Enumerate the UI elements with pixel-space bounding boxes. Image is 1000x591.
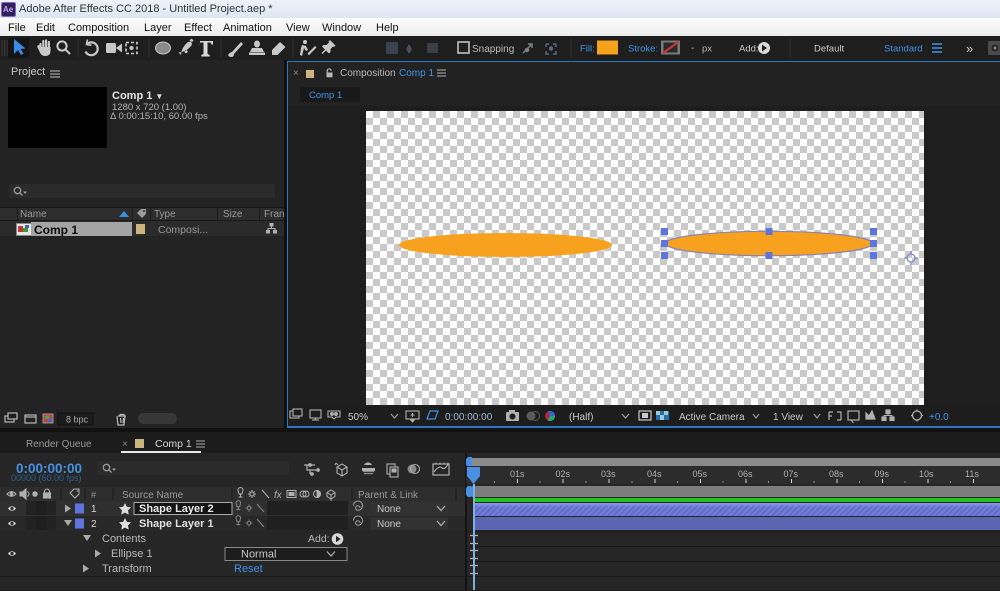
svg-text:(Half): (Half) [569, 412, 593, 423]
svg-text:Standard: Standard [884, 44, 923, 55]
svg-text:06s: 06s [738, 469, 753, 479]
svg-text:»: » [966, 41, 973, 56]
svg-text:11s: 11s [965, 469, 979, 479]
svg-text:Shape Layer 1: Shape Layer 1 [139, 518, 214, 530]
svg-text:10s: 10s [919, 469, 934, 479]
svg-text:1 View: 1 View [773, 412, 804, 423]
svg-text:fx: fx [274, 490, 283, 501]
svg-text:1: 1 [91, 504, 97, 515]
svg-text:08s: 08s [829, 469, 844, 479]
svg-text:None: None [377, 519, 401, 530]
svg-text:Active Camera: Active Camera [679, 412, 745, 423]
svg-text:Add:: Add: [308, 533, 330, 545]
svg-text:Reset: Reset [234, 563, 263, 575]
svg-text:09s: 09s [875, 469, 890, 479]
svg-text:Snapping: Snapping [472, 44, 514, 55]
svg-text:0:00:00:00: 0:00:00:00 [445, 412, 493, 423]
svg-text:-: - [691, 43, 694, 54]
svg-text:Normal: Normal [241, 549, 276, 561]
svg-text:07s: 07s [784, 469, 799, 479]
svg-text:#: # [91, 490, 96, 500]
svg-text:50%: 50% [348, 412, 368, 423]
svg-text:05s: 05s [693, 469, 708, 479]
svg-text:Contents: Contents [102, 533, 147, 545]
svg-text:03s: 03s [601, 469, 616, 479]
svg-text:04s: 04s [647, 469, 662, 479]
svg-text:Shape Layer 2: Shape Layer 2 [139, 503, 214, 515]
svg-text:01s: 01s [510, 469, 525, 479]
svg-text:+0.0: +0.0 [929, 412, 949, 423]
svg-text:Default: Default [814, 44, 844, 55]
svg-text:Add:: Add: [739, 44, 759, 55]
svg-text:Parent & Link: Parent & Link [358, 490, 419, 501]
svg-text:02s: 02s [556, 469, 571, 479]
svg-text:Ellipse 1: Ellipse 1 [111, 548, 153, 560]
svg-text:px: px [702, 44, 712, 55]
svg-text:2: 2 [91, 519, 97, 530]
svg-text:Source Name: Source Name [122, 490, 184, 501]
svg-text:None: None [377, 504, 401, 515]
svg-text:Fill:: Fill: [580, 44, 595, 55]
svg-text:Stroke:: Stroke: [628, 44, 658, 55]
svg-text:8 bpc: 8 bpc [66, 415, 89, 425]
svg-text:Transform: Transform [102, 563, 152, 575]
